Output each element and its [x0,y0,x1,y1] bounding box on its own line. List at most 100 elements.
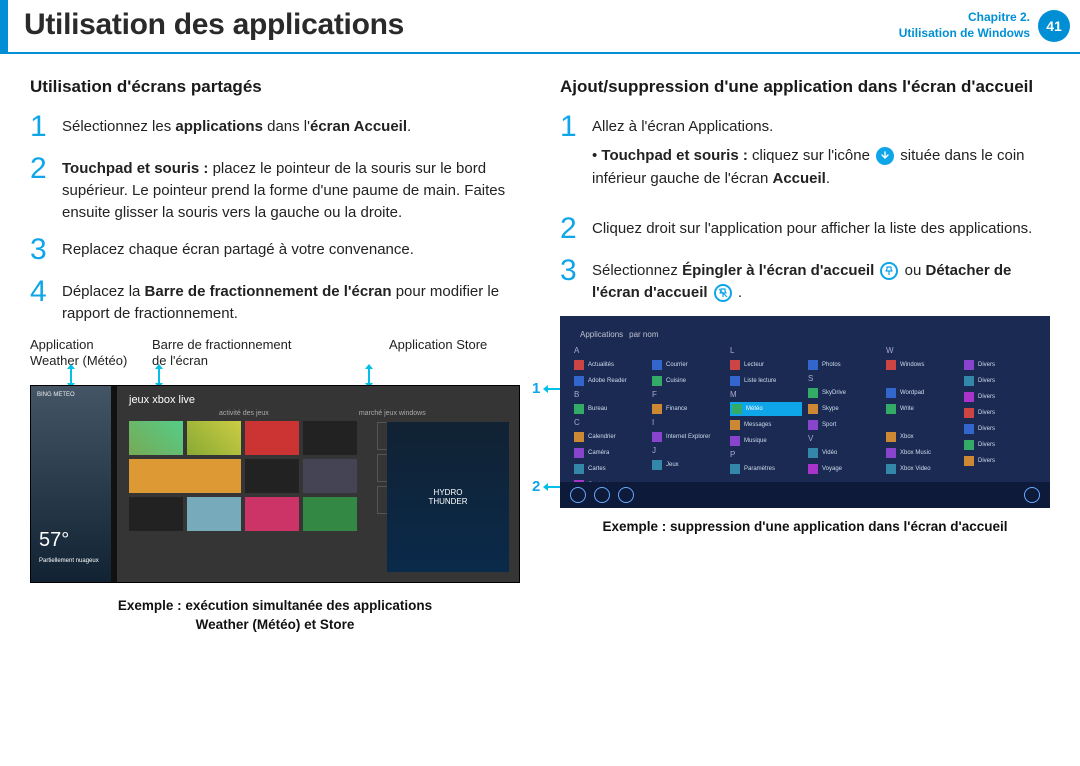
game-tile [303,497,357,531]
game-tile [187,497,241,531]
t: ou [905,262,926,279]
sub-activity: activité des jeux [219,410,269,417]
bullet-touchpad: • Touchpad et souris : cliquez sur l'icô… [592,147,1025,187]
step-number: 1 [560,112,582,202]
alpha-col: A Actualités Adobe Reader B Bureau C Cal… [574,346,646,494]
page-number-badge: 41 [1038,10,1070,42]
step-number: 2 [560,214,582,244]
step-1-text: Allez à l'écran Applications. [592,112,1050,138]
t: Accueil [772,170,825,187]
t: Déplacez la [62,283,145,300]
weather-temp: 57° [39,529,69,552]
sub-market: marché jeux windows [359,410,426,417]
chapter-line1: Chapitre 2. [899,10,1030,26]
step-number: 3 [30,235,52,265]
label-split-bar: Barre de fractionnement de l'écran [152,337,307,370]
t: . [407,118,411,135]
left-section-title: Utilisation d'écrans partagés [30,76,520,98]
callout-2: 2 [532,478,540,495]
selected-app-row: Météo [730,402,802,416]
t: Touchpad et souris : [62,160,213,177]
pointer-arrow [368,369,370,383]
left-step-3: 3 Replacez chaque écran partagé à votre … [30,235,520,265]
resize-action-icon [618,487,634,503]
step-1-block: Allez à l'écran Applications. • Touchpad… [592,112,1050,190]
caption-line: Weather (Météo) et Store [30,616,520,635]
unpin-action-icon [570,487,586,503]
step-3-text: Sélectionnez Épingler à l'écran d'accuei… [592,256,1050,304]
game-tile [303,459,357,493]
left-step-4: 4 Déplacez la Barre de fractionnement de… [30,277,520,325]
t: Sélectionnez [592,262,682,279]
step-number: 2 [30,154,52,223]
label-weather: Application Weather (Météo) [30,337,140,370]
split-screen-screenshot: BING MÉTÉO 57° Partiellement nuageux jeu… [30,385,520,583]
featured-game-tile: HYDROTHUNDER [387,422,509,572]
header-meta: Chapitre 2. Utilisation de Windows 41 [899,0,1080,52]
weather-condition: Partiellement nuageux [39,558,99,564]
game-tile [187,421,241,455]
right-section-title: Ajout/suppression d'une application dans… [560,76,1050,98]
pointer-bar [30,369,520,385]
t: Touchpad et souris : [601,147,752,164]
right-step-1: 1 Allez à l'écran Applications. • Touchp… [560,112,1050,202]
t: écran Accueil [310,118,407,135]
left-caption: Exemple : exécution simultanée des appli… [30,597,520,635]
game-tile [303,421,357,455]
step-number: 3 [560,256,582,304]
t: dans l' [263,118,310,135]
apps-screenshot-wrap: 1 2 Applicationspar nom A Actualités Ado… [560,316,1050,508]
t: Sélectionnez les [62,118,175,135]
step-1-text: Sélectionnez les applications dans l'écr… [62,112,411,142]
page-body: Utilisation d'écrans partagés 1 Sélectio… [0,54,1080,645]
game-tile [129,421,183,455]
step-2-text: Cliquez droit sur l'application pour aff… [592,214,1032,244]
uninstall-action-icon [594,487,610,503]
apps-action-bar [560,482,1050,508]
page-header: Utilisation des applications Chapitre 2.… [0,0,1080,54]
step-2-text: Touchpad et souris : placez le pointeur … [62,154,520,223]
pointer-arrow [158,369,160,383]
left-step-1: 1 Sélectionnez les applications dans l'é… [30,112,520,142]
weather-pane: BING MÉTÉO 57° Partiellement nuageux [31,386,111,582]
chapter-label: Chapitre 2. Utilisation de Windows [899,10,1030,41]
store-pane: jeux xbox live activité des jeux marché … [117,386,519,582]
store-sublabels: activité des jeux marché jeux windows [129,410,507,417]
store-header: jeux xbox live [129,394,507,406]
alpha-col: Photos S SkyDrive Skype Sport V Vidéo Vo… [808,346,880,494]
customize-action-icon [1024,487,1040,503]
step-number: 4 [30,277,52,325]
right-step-3: 3 Sélectionnez Épingler à l'écran d'accu… [560,256,1050,304]
chapter-line2: Utilisation de Windows [899,26,1030,42]
pointer-arrow [70,369,72,383]
alpha-col: Divers Divers Divers Divers Divers Diver… [964,346,1036,494]
right-step-2: 2 Cliquez droit sur l'application pour a… [560,214,1050,244]
label-store: Application Store [319,337,520,370]
alpha-col: Courrier Cuisine F Finance I Internet Ex… [652,346,724,494]
t: Applications [580,330,623,339]
callout-1: 1 [532,380,540,397]
page-title: Utilisation des applications [8,0,899,52]
alpha-col: W Windows Wordpad Write Xbox Xbox Music … [886,346,958,494]
pin-icon [880,262,898,280]
applications-screenshot: Applications par nom A Actualités Adobe R… [560,316,1050,508]
right-caption: Exemple : suppression d'une application … [560,518,1050,537]
sort-label: par nom [629,330,658,339]
left-step-2: 2 Touchpad et souris : placez le pointeu… [30,154,520,223]
weather-brand: BING MÉTÉO [37,392,105,398]
step-4-text: Déplacez la Barre de fractionnement de l… [62,277,520,325]
t: Barre de fractionnement de l'écran [145,283,392,300]
game-tile [129,459,241,493]
left-column: Utilisation d'écrans partagés 1 Sélectio… [30,76,520,635]
apps-screen-title: Applications par nom [574,326,1036,340]
game-tile [245,421,299,455]
screenshot-labels: Application Weather (Météo) Barre de fra… [30,337,520,370]
header-accent [0,0,8,52]
apps-grid: A Actualités Adobe Reader B Bureau C Cal… [574,346,1036,494]
alpha-col: L Lecteur Liste lecture M Météo Messages… [730,346,802,494]
t: Épingler à l'écran d'accueil [682,262,878,279]
game-tile [245,459,299,493]
game-tile [129,497,183,531]
t: applications [175,118,263,135]
step-3-text: Replacez chaque écran partagé à votre co… [62,235,414,265]
